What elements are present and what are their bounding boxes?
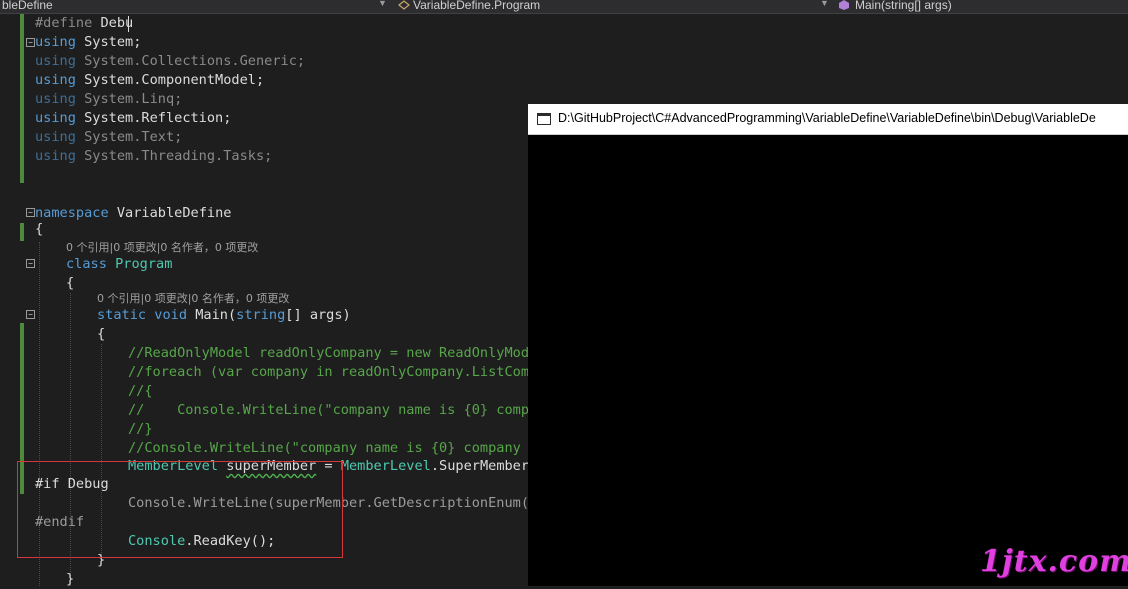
code-line-class[interactable]: class Program xyxy=(66,255,172,274)
code-line-comment[interactable]: //Console.WriteLine("company name is {0}… xyxy=(128,439,554,458)
class-dropdown[interactable]: VariableDefine.Program xyxy=(413,0,540,12)
highlight-box xyxy=(17,461,343,558)
console-titlebar[interactable]: D:\GitHubProject\C#AdvancedProgramming\V… xyxy=(528,104,1128,135)
using-keyword: using xyxy=(35,148,76,164)
using-keyword: using xyxy=(35,129,76,145)
project-dropdown[interactable]: bleDefine xyxy=(2,0,53,12)
code-line-using[interactable]: using System.Text; xyxy=(35,128,182,147)
collapse-icon[interactable]: − xyxy=(26,38,35,47)
using-namespace: System.Text; xyxy=(84,129,183,145)
watermark-logo: 1jtx.com xyxy=(980,544,1128,579)
navigation-bar: bleDefine ▼ VariableDefine.Program ▼ Mai… xyxy=(0,0,1128,14)
define-directive: #define xyxy=(35,15,93,31)
class-dropdown-arrow-icon[interactable]: ▼ xyxy=(820,0,829,8)
code-line-main[interactable]: static void Main(string[] args) xyxy=(97,306,351,325)
using-keyword: using xyxy=(35,53,76,69)
open-brace: { xyxy=(35,221,44,237)
using-namespace: System.Linq; xyxy=(84,91,183,107)
using-keyword: using xyxy=(35,34,76,50)
code-line-using[interactable]: using System; xyxy=(35,33,141,52)
text-caret xyxy=(128,16,129,32)
using-namespace: System.Threading.Tasks; xyxy=(84,148,273,164)
member-label: Main(string[] args) xyxy=(855,0,952,12)
open-brace: { xyxy=(97,326,106,342)
collapse-icon[interactable]: − xyxy=(26,208,35,217)
project-dropdown-arrow-icon[interactable]: ▼ xyxy=(378,0,387,8)
using-keyword: using xyxy=(35,91,76,107)
method-args: [] args) xyxy=(285,307,351,323)
code-line-brace[interactable]: { xyxy=(97,325,105,344)
code-line-comment[interactable]: //foreach (var company in readOnlyCompan… xyxy=(128,363,562,382)
static-keyword: static xyxy=(97,307,147,323)
close-brace: } xyxy=(66,571,75,587)
using-namespace: System; xyxy=(84,34,142,50)
code-line-using[interactable]: using System.Threading.Tasks; xyxy=(35,147,272,166)
open-brace: { xyxy=(66,275,75,291)
code-line-using[interactable]: using System.ComponentModel; xyxy=(35,71,264,90)
member-value: .SuperMember; xyxy=(430,458,538,474)
class-keyword: class xyxy=(66,256,107,272)
code-line-using[interactable]: using System.Collections.Generic; xyxy=(35,52,305,71)
method-name: Main( xyxy=(195,307,237,323)
using-namespace: System.ComponentModel; xyxy=(84,72,265,88)
namespace-keyword: namespace xyxy=(35,205,109,221)
void-keyword: void xyxy=(154,307,188,323)
namespace-name: VariableDefine xyxy=(116,205,232,221)
using-namespace: System.Collections.Generic; xyxy=(84,53,306,69)
code-line-comment[interactable]: //{ xyxy=(128,382,153,401)
code-line-using[interactable]: using System.Reflection; xyxy=(35,109,231,128)
using-namespace: System.Reflection; xyxy=(84,110,232,126)
code-line-comment[interactable]: // Console.WriteLine("company name is {0… xyxy=(128,401,554,420)
project-label: bleDefine xyxy=(2,0,53,12)
member-dropdown[interactable]: Main(string[] args) xyxy=(855,0,952,12)
code-line-brace[interactable]: { xyxy=(35,220,43,239)
code-line-brace[interactable]: } xyxy=(66,570,74,589)
using-keyword: using xyxy=(35,72,76,88)
class-icon xyxy=(398,0,410,10)
class-name: Program xyxy=(115,256,173,272)
code-line-comment[interactable]: //} xyxy=(128,420,153,439)
collapse-icon[interactable]: − xyxy=(26,259,35,268)
console-title: D:\GitHubProject\C#AdvancedProgramming\V… xyxy=(558,111,1096,125)
string-keyword: string xyxy=(236,307,286,323)
class-label: VariableDefine.Program xyxy=(413,0,541,12)
code-line-using[interactable]: using System.Linq; xyxy=(35,90,182,109)
code-line-define[interactable]: #define Debu xyxy=(35,14,133,33)
code-line-comment[interactable]: //ReadOnlyModel readOnlyCompany = new Re… xyxy=(128,344,554,363)
console-app-icon xyxy=(537,113,551,125)
using-keyword: using xyxy=(35,110,76,126)
change-indicator xyxy=(20,14,24,183)
console-window[interactable]: D:\GitHubProject\C#AdvancedProgramming\V… xyxy=(528,104,1128,586)
method-icon xyxy=(839,0,849,10)
code-line-brace[interactable]: { xyxy=(66,274,74,293)
member-enum: MemberLevel xyxy=(340,458,431,474)
collapse-icon[interactable]: − xyxy=(26,310,35,319)
change-indicator xyxy=(20,223,24,241)
code-line-namespace[interactable]: namespace VariableDefine xyxy=(35,204,231,223)
